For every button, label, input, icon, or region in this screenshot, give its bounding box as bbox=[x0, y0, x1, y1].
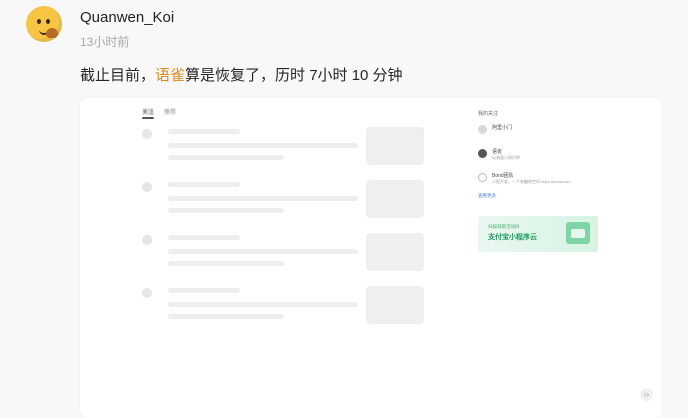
topic-link[interactable]: 语雀 bbox=[155, 67, 185, 84]
banner-line2: 支付宝小程序云 bbox=[488, 234, 537, 241]
skeleton-feed-item bbox=[142, 180, 424, 222]
skeleton-thumb bbox=[366, 180, 424, 218]
skeleton-line bbox=[168, 182, 240, 187]
skeleton-line bbox=[168, 235, 240, 240]
skeleton-avatar bbox=[142, 129, 152, 139]
sidebar-item-name: Bond团队 bbox=[492, 173, 514, 179]
skeleton-line bbox=[168, 196, 358, 201]
attached-screenshot[interactable]: 关注 推荐 我的关注 阿里小门 语雀 玩具蛋小知识库 Bond团队 小报开发，一… bbox=[80, 98, 662, 418]
skeleton-line bbox=[168, 261, 284, 266]
banner-line1: 扫描领取活动码 bbox=[488, 224, 520, 229]
avatar-paw bbox=[46, 28, 58, 38]
sidebar-following: 我的关注 阿里小门 语雀 玩具蛋小知识库 Bond团队 小报开发，一个有趣的空间… bbox=[478, 110, 608, 199]
skeleton-line bbox=[168, 249, 358, 254]
sidebar-item-name: 语雀 bbox=[492, 149, 503, 155]
skeleton-feed-item bbox=[142, 233, 424, 275]
skeleton-feed-item bbox=[142, 286, 424, 328]
skeleton-thumb bbox=[366, 127, 424, 165]
user-icon bbox=[478, 125, 487, 134]
author-avatar[interactable] bbox=[26, 6, 62, 42]
chevron-icon: ‹› bbox=[640, 388, 653, 401]
skeleton-line bbox=[168, 314, 284, 319]
post-text-before: 截止目前， bbox=[80, 67, 156, 84]
skeleton-line bbox=[168, 143, 358, 148]
skeleton-feed-item bbox=[142, 127, 424, 169]
sidebar-title: 我的关注 bbox=[478, 111, 499, 117]
post-time[interactable]: 13小时前 bbox=[80, 33, 129, 50]
promo-banner: 扫描领取活动码 支付宝小程序云 bbox=[478, 216, 598, 252]
skeleton-thumb bbox=[366, 233, 424, 271]
user-icon bbox=[478, 149, 487, 158]
skeleton-avatar bbox=[142, 288, 152, 298]
skeleton-line bbox=[168, 208, 284, 213]
skeleton-thumb bbox=[366, 286, 424, 324]
sidebar-item-name: 阿里小门 bbox=[492, 125, 513, 131]
user-icon bbox=[478, 173, 487, 182]
skeleton-line bbox=[168, 302, 358, 307]
tab-follow: 关注 bbox=[142, 110, 155, 116]
author-name[interactable]: Quanwen_Koi bbox=[80, 9, 174, 26]
banner-illustration bbox=[566, 222, 590, 244]
sidebar-item: Bond团队 小报开发，一个有趣的空间 https://bond.com bbox=[478, 171, 608, 189]
skeleton-line bbox=[168, 288, 240, 293]
sidebar-item-desc: 小报开发，一个有趣的空间 https://bond.com bbox=[492, 179, 571, 184]
skeleton-avatar bbox=[142, 235, 152, 245]
tab-recommend: 推荐 bbox=[164, 110, 177, 116]
skeleton-line bbox=[168, 155, 284, 160]
skeleton-avatar bbox=[142, 182, 152, 192]
avatar-eye bbox=[46, 19, 50, 24]
sidebar-item: 语雀 玩具蛋小知识库 bbox=[478, 147, 608, 165]
post-text: 截止目前，语雀算是恢复了，历时 7小时 10 分钟 bbox=[80, 64, 403, 85]
sidebar-item-desc: 玩具蛋小知识库 bbox=[492, 155, 520, 160]
tab-underline bbox=[142, 117, 154, 119]
sidebar-more-link: 查看更多 bbox=[478, 193, 496, 198]
sidebar-item: 阿里小门 bbox=[478, 123, 608, 141]
skeleton-line bbox=[168, 129, 240, 134]
post-text-after: 算是恢复了，历时 7小时 10 分钟 bbox=[185, 67, 403, 84]
avatar-eye bbox=[37, 19, 41, 24]
